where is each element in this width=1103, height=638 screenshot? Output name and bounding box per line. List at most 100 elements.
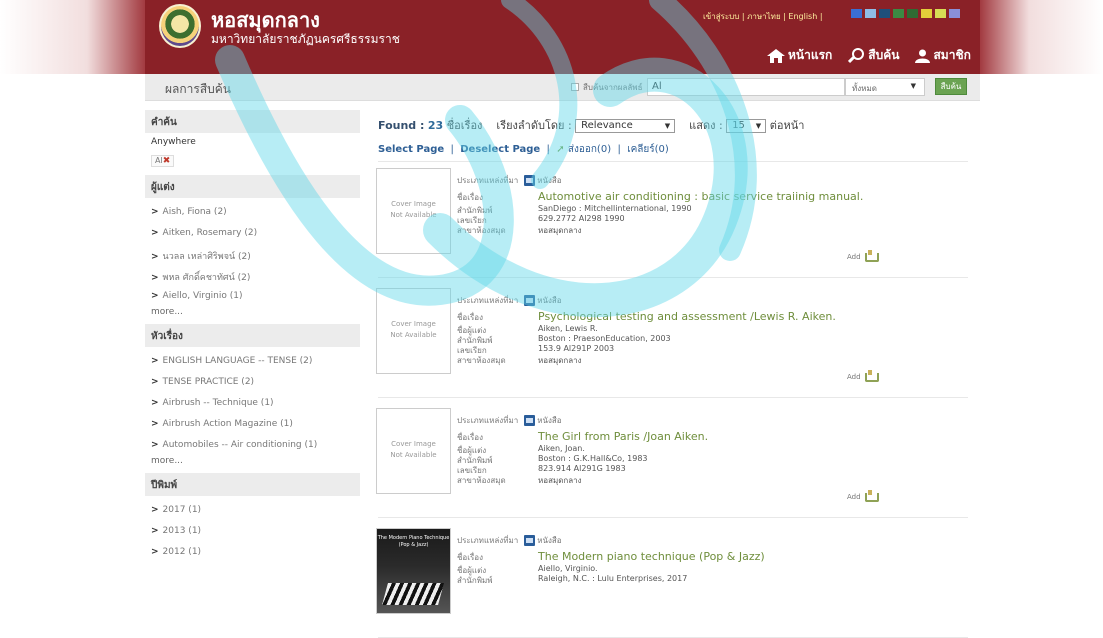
- nav-member[interactable]: สมาชิก: [915, 46, 971, 65]
- keyword-chip[interactable]: Al✖: [151, 155, 175, 167]
- chevron-right-icon: >: [151, 547, 159, 557]
- record-author: Aiken, Joan.: [538, 444, 585, 453]
- cart-icon: [864, 370, 879, 383]
- theme-swatch[interactable]: [893, 9, 904, 18]
- record-branch: หอสมุดกลาง: [538, 226, 582, 235]
- site-header: หอสมุดกลาง มหาวิทยาลัยราชภัฏนครศรีธรรมรา…: [145, 0, 980, 74]
- result-record: Cover Image Not Available ประเภทแหล่งที่มา…: [376, 168, 968, 278]
- add-to-cart-button[interactable]: Add: [847, 250, 879, 263]
- source-type: ประเภทแหล่งที่มา หนังสือ: [457, 175, 562, 186]
- theme-swatch[interactable]: [851, 9, 862, 18]
- nav-home[interactable]: หน้าแรก: [767, 46, 832, 65]
- record-title-link[interactable]: Psychological testing and assessment /Le…: [538, 310, 836, 323]
- export-link[interactable]: ส่งออก(0): [568, 144, 611, 155]
- record-publisher: SanDiego : Mitchellinternational, 1990: [538, 204, 692, 213]
- source-type: ประเภทแหล่งที่มา หนังสือ: [457, 535, 562, 546]
- cart-icon: [864, 250, 879, 263]
- home-icon: [767, 48, 785, 63]
- chevron-down-icon: ▼: [910, 82, 916, 90]
- top-links[interactable]: เข้าสู่ระบบ | ภาษาไทย | English |: [703, 10, 823, 23]
- cover-image[interactable]: The Modern Piano Technique (Pop & Jazz): [376, 528, 451, 614]
- result-record: Cover Image Not Available ประเภทแหล่งที่มา…: [376, 408, 968, 518]
- subject-facet-item[interactable]: > TENSE PRACTICE (2): [145, 372, 360, 393]
- add-to-cart-button[interactable]: Add: [847, 370, 879, 383]
- author-facet-item[interactable]: > Aitken, Rosemary (2): [145, 223, 360, 244]
- theme-swatch[interactable]: [949, 9, 960, 18]
- year-facet-item[interactable]: >2012 (1): [145, 542, 360, 563]
- theme-swatch[interactable]: [879, 9, 890, 18]
- record-title-link[interactable]: The Modern piano technique (Pop & Jazz): [538, 550, 765, 563]
- record-title-link[interactable]: The Girl from Paris /Joan Aiken.: [538, 430, 708, 443]
- add-to-cart-button[interactable]: Add: [847, 490, 879, 503]
- year-facet-item[interactable]: >2013 (1): [145, 521, 360, 542]
- user-icon: [915, 49, 931, 63]
- theme-swatch[interactable]: [865, 9, 876, 18]
- select-page-link[interactable]: Select Page: [378, 144, 444, 155]
- book-icon: [524, 175, 536, 186]
- search-within-checkbox[interactable]: [571, 83, 579, 91]
- subject-facet-item[interactable]: > Airbrush -- Technique (1): [145, 393, 360, 414]
- chevron-right-icon: >: [151, 398, 159, 408]
- result-record: Cover Image Not Available ประเภทแหล่งที่มา…: [376, 288, 968, 398]
- deselect-page-link[interactable]: Deselect Page: [460, 144, 540, 155]
- chevron-right-icon: >: [151, 291, 159, 301]
- book-icon: [524, 415, 536, 426]
- chevron-right-icon: >: [151, 526, 159, 536]
- author-facet-item[interactable]: > Aish, Fiona (2): [145, 202, 360, 223]
- more-subjects-link[interactable]: more...: [145, 456, 360, 473]
- export-icon: ➚: [556, 144, 565, 155]
- record-title-link[interactable]: Automotive air conditioning : basic serv…: [538, 190, 863, 203]
- bulk-actions: Select Page | Deselect Page | ➚ ส่งออก(0…: [378, 142, 968, 162]
- record-branch: หอสมุดกลาง: [538, 356, 582, 365]
- source-type: ประเภทแหล่งที่มา หนังสือ: [457, 295, 562, 306]
- chevron-down-icon: ▼: [664, 122, 671, 130]
- cover-placeholder: Cover Image Not Available: [376, 288, 451, 374]
- book-icon: [524, 295, 536, 306]
- chevron-right-icon: >: [151, 207, 159, 217]
- chevron-right-icon: >: [151, 252, 159, 262]
- keyword-header: คำค้น: [145, 110, 360, 133]
- search-scope-select[interactable]: ทั้งหมด ▼: [845, 78, 925, 96]
- remove-icon[interactable]: ✖: [163, 156, 171, 166]
- result-record: The Modern Piano Technique (Pop & Jazz) ป…: [376, 528, 968, 638]
- anywhere-label: Anywhere: [151, 137, 196, 147]
- theme-swatches: [851, 9, 960, 18]
- results-summary: Found : 23 ชื่อเรื่อง เรียงลำดับโดย : Re…: [378, 119, 805, 133]
- clear-link[interactable]: เคลียร์(0): [627, 144, 669, 155]
- chevron-right-icon: >: [151, 440, 159, 450]
- record-publisher: Boston : G.K.Hall&Co, 1983: [538, 454, 648, 463]
- subject-facet-item[interactable]: > Automobiles -- Air conditioning (1): [145, 435, 360, 456]
- facet-sidebar: คำค้น Anywhere Al✖ ผู้แต่ง > Aish, Fiona …: [145, 110, 360, 591]
- theme-swatch[interactable]: [935, 9, 946, 18]
- nav-search[interactable]: สืบค้น: [848, 46, 899, 65]
- piano-keys-image: [382, 583, 444, 605]
- search-button[interactable]: สืบค้น: [935, 78, 967, 95]
- year-header: ปีพิมพ์: [145, 473, 360, 496]
- chevron-right-icon: >: [151, 419, 159, 429]
- subject-facet-item[interactable]: > ENGLISH LANGUAGE -- TENSE (2): [145, 351, 360, 372]
- author-facet-item[interactable]: > พหล ศักดิ์คชาทัศน์ (2): [145, 265, 360, 286]
- subject-header: หัวเรื่อง: [145, 324, 360, 347]
- chevron-right-icon: >: [151, 228, 159, 238]
- author-facet-item[interactable]: > นวลล เหล่าศิริพจน์ (2): [145, 244, 360, 265]
- cover-placeholder: Cover Image Not Available: [376, 408, 451, 494]
- sort-select[interactable]: Relevance ▼: [575, 119, 676, 133]
- university-logo[interactable]: [159, 4, 201, 48]
- theme-swatch[interactable]: [907, 9, 918, 18]
- page-size-select[interactable]: 15 ▼: [726, 119, 767, 133]
- record-author: Aiello, Virginio.: [538, 564, 598, 573]
- record-branch: หอสมุดกลาง: [538, 476, 582, 485]
- record-publisher: Raleigh, N.C. : Lulu Enterprises, 2017: [538, 574, 688, 583]
- author-header: ผู้แต่ง: [145, 175, 360, 198]
- chevron-right-icon: >: [151, 273, 159, 283]
- chevron-right-icon: >: [151, 356, 159, 366]
- subject-facet-item[interactable]: > Airbrush Action Magazine (1): [145, 414, 360, 435]
- results-count: 23: [427, 119, 444, 132]
- theme-swatch[interactable]: [921, 9, 932, 18]
- search-icon: [848, 47, 865, 63]
- more-authors-link[interactable]: more...: [145, 307, 360, 324]
- search-input[interactable]: Al: [647, 78, 845, 96]
- record-call-number: 629.2772 Al298 1990: [538, 214, 625, 223]
- author-facet-item[interactable]: > Aiello, Virginio (1): [145, 286, 360, 307]
- year-facet-item[interactable]: >2017 (1): [145, 500, 360, 521]
